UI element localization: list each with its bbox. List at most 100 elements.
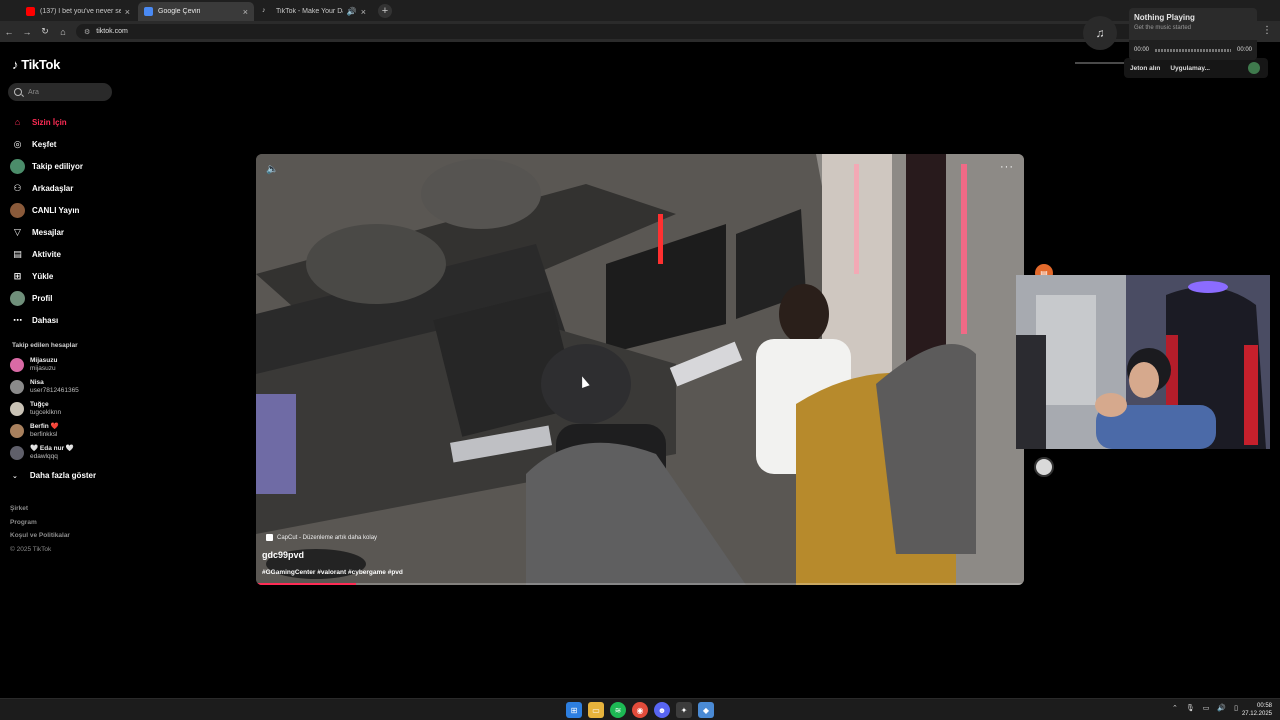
search-placeholder: Ara [28,88,39,96]
footer-link-terms[interactable]: Koşul ve Politikalar [10,529,70,543]
browser-menu-icon[interactable]: ⋮ [1262,25,1272,36]
tab-title: Google Çeviri [158,8,201,15]
microphone-icon[interactable]: 🎙 [1186,704,1195,712]
video-author[interactable]: gdc99pvd [262,550,304,560]
browser-tab-youtube[interactable]: (137) I bet you've never seen so × [20,2,136,21]
windows-start-icon[interactable]: ⊞ [566,702,582,718]
battery-icon[interactable]: ▯ [1234,704,1238,712]
address-bar[interactable]: ⚙ tiktok.com [76,24,1256,39]
media-seek-bar[interactable] [1155,48,1231,52]
speaker-icon[interactable]: 🔊 [1217,704,1226,712]
sidebar-item-label: Keşfet [32,139,57,149]
capcut-badge[interactable]: CapCut - Düzenleme artık daha kolay [266,534,377,541]
browser-tab-google-translate[interactable]: Google Çeviri × [138,2,254,21]
account-names: Nisa user7812461365 [30,379,79,395]
video-more-icon[interactable]: ··· [1000,161,1014,173]
music-note-icon[interactable]: ♫ [1083,16,1117,50]
avatar [10,446,24,460]
following-section-title: Takip edilen hesaplar [12,342,78,349]
account-names: Mijasuzu mijasuzu [30,357,57,373]
close-tab-icon[interactable]: × [125,7,130,17]
following-account[interactable]: 🤍 Eda nur 🤍 edawlqqq [10,442,120,464]
sidebar-item-label: Dahası [32,315,59,325]
video-progress-bar[interactable] [256,583,1024,585]
google-translate-favicon-icon [144,7,153,16]
tray-overflow-icon[interactable]: ⌃ [1172,704,1178,712]
reload-icon[interactable]: ↻ [36,26,54,37]
chrome-icon[interactable]: ◉ [632,702,648,718]
sound-disc-avatar[interactable] [1034,457,1054,477]
sidebar-item-label: Yükle [32,271,54,281]
video-player[interactable]: 🔈 ··· CapCut - Düzenleme artık daha kola… [256,154,1024,585]
system-tray: ⌃ 🎙 ▭ 🔊 ▯ [1164,704,1238,712]
taskbar-clock[interactable]: 00:58 27.12.2025 [1242,702,1272,718]
search-input[interactable]: Ara [8,83,112,101]
close-tab-icon[interactable]: × [361,7,366,17]
show-more-button[interactable]: ⌄ Daha fazla göster [12,471,96,480]
media-title: Nothing Playing [1134,13,1195,22]
avatar [10,380,24,394]
video-progress-fill [256,583,356,585]
following-account[interactable]: Tuğçe tugceklknn [10,398,120,420]
chevron-down-icon: ⌄ [12,472,18,480]
footer-link-company[interactable]: Şirket [10,502,70,516]
sidebar-item-label: Sizin İçin [32,117,67,127]
tiktok-header-actions: Jeton alın Uygulamay... [1124,58,1268,78]
webcam-overlay [1016,275,1270,449]
messages-icon: ▽ [14,226,21,237]
friends-icon: ⚇ [13,182,22,193]
sidebar-item-label: Aktivite [32,249,61,259]
following-account[interactable]: Nisa user7812461365 [10,376,120,398]
browser-tab-tiktok[interactable]: ♪ TikTok - Make Your Day 🔊 × [256,2,372,21]
capcut-text: CapCut - Düzenleme artık daha kolay [277,534,378,541]
sidebar-item-0[interactable]: ⌂ Sizin İçin [10,111,120,133]
account-display-name: Tuğçe [30,401,49,408]
discord-icon[interactable]: ☻ [654,702,670,718]
spotify-icon[interactable]: ≋ [610,702,626,718]
app-icon[interactable]: ◆ [698,702,714,718]
sidebar-item-1[interactable]: ◎ Keşfet [10,133,120,155]
sidebar-item-5[interactable]: ▽ Mesajlar [10,221,120,243]
sidebar-item-8[interactable]: Profil [10,287,120,309]
sidebar-item-3[interactable]: ⚇ Arkadaşlar [10,177,120,199]
tiktok-logo[interactable]: ♪ TikTok [12,57,60,72]
footer-link-program[interactable]: Program [10,516,70,530]
video-hashtags[interactable]: #GGamingCenter #valorant #cybergame #pvd [262,569,403,576]
tab-audio-icon[interactable]: 🔊 [347,7,357,16]
media-subtitle: Get the music started [1134,25,1192,31]
account-handle: user7812461365 [30,387,79,394]
avatar [10,358,24,372]
following-account[interactable]: Mijasuzu mijasuzu [10,354,120,376]
get-app-link[interactable]: Uygulamay... [1170,65,1210,72]
sidebar-item-9[interactable]: ⋯ Dahası [10,309,120,331]
new-tab-button[interactable]: + [378,3,392,18]
following-avatar-icon [10,158,25,174]
account-display-name: 🤍 Eda nur 🤍 [30,445,74,452]
account-names: 🤍 Eda nur 🤍 edawlqqq [30,445,74,461]
volume-icon[interactable]: 🔈 [266,164,278,175]
sidebar-item-2[interactable]: Takip ediliyor [10,155,120,177]
sidebar-item-4[interactable]: CANLI Yayın [10,199,120,221]
sidebar-item-label: Mesajlar [32,227,65,237]
show-more-label: Daha fazla göster [29,471,97,480]
browser-tab-strip: (137) I bet you've never seen so × Googl… [0,0,1280,21]
sidebar-item-7[interactable]: ⊞ Yükle [10,265,120,287]
back-arrow-icon[interactable]: ← [0,27,18,37]
network-icon[interactable]: ▭ [1203,704,1210,712]
forward-arrow-icon[interactable]: → [18,27,36,37]
file-explorer-icon[interactable]: ▭ [588,702,604,718]
copyright-text: © 2025 TikTok [10,545,52,553]
following-account[interactable]: Berfin ❤️ berfinkksl [10,420,120,442]
capcut-icon [266,534,273,541]
close-tab-icon[interactable]: × [243,7,248,17]
tab-title: TikTok - Make Your Day [276,8,343,15]
sidebar-item-label: Arkadaşlar [32,183,74,193]
site-info-icon[interactable]: ⚙ [84,28,90,36]
game-app-icon[interactable]: ✦ [676,702,692,718]
sidebar-item-6[interactable]: ▤ Aktivite [10,243,120,265]
sidebar-item-label: Takip ediliyor [32,161,83,171]
compass-icon: ◎ [13,138,22,149]
user-avatar[interactable] [1248,62,1260,74]
get-coins-link[interactable]: Jeton alın [1130,65,1160,72]
home-icon[interactable]: ⌂ [54,27,72,37]
